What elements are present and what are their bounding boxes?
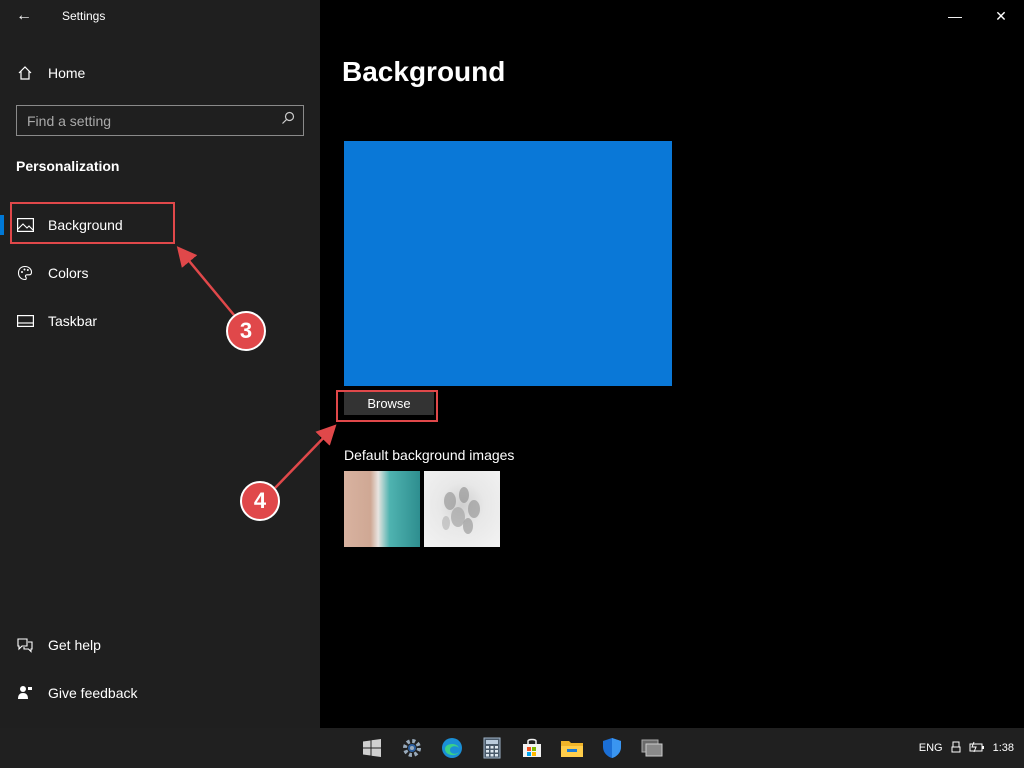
taskbar-apps [352,728,672,768]
taskbar-icon [16,312,34,330]
battery-icon[interactable] [969,741,985,756]
system-tray: ENG 1:38 [919,728,1014,768]
language-indicator[interactable]: ENG [919,742,943,754]
give-feedback-link[interactable]: Give feedback [0,677,320,709]
feedback-icon [16,684,34,702]
get-help-label: Get help [48,637,101,653]
step-badge-3: 3 [226,311,266,351]
back-arrow-icon: ← [16,7,32,24]
beach-aerial-image[interactable] [344,471,420,547]
home-label: Home [48,65,86,81]
search-icon[interactable] [281,111,295,130]
active-indicator [0,215,4,235]
minimize-button[interactable]: — [932,0,978,32]
defender-shield-icon[interactable] [592,728,632,768]
sidebar-item-taskbar[interactable]: Taskbar [0,301,320,341]
highlight-box-background [10,202,175,244]
abstract-white-image[interactable] [424,471,500,547]
app-title: Settings [62,9,106,23]
search-box[interactable] [16,105,304,136]
help-chat-icon [16,636,34,654]
sidebar-item-colors[interactable]: Colors [0,253,320,293]
settings-sidebar: ← Settings Home Personalization Backgrou… [0,0,320,728]
give-feedback-label: Give feedback [48,685,138,701]
calculator-icon[interactable] [472,728,512,768]
store-icon[interactable] [512,728,552,768]
nav-home[interactable]: Home [0,57,320,89]
step-badge-4: 4 [240,481,280,521]
sidebar-item-label: Taskbar [48,313,98,329]
close-button[interactable]: ✕ [978,0,1024,32]
search-input[interactable] [27,112,281,129]
get-help-link[interactable]: Get help [0,629,320,661]
home-icon [16,64,34,82]
usb-icon[interactable] [951,741,961,756]
task-view-icon[interactable] [632,728,672,768]
section-heading: Personalization [16,158,120,174]
background-preview [344,141,672,386]
highlight-box-browse [336,390,438,422]
settings-gear-icon[interactable] [392,728,432,768]
window-controls: — ✕ [932,0,1024,32]
page-title: Background [342,56,506,87]
close-icon: ✕ [995,7,1007,24]
main-content: — ✕ Background Browse Default background… [320,0,1024,728]
file-explorer-icon[interactable] [552,728,592,768]
minimize-icon: — [948,8,962,24]
titlebar-left: ← Settings [0,0,320,32]
clock[interactable]: 1:38 [993,742,1014,754]
taskbar: ENG 1:38 [0,728,1024,768]
edge-icon[interactable] [432,728,472,768]
back-button[interactable]: ← [0,0,48,32]
palette-icon [16,264,34,282]
sidebar-item-label: Colors [48,265,89,281]
start-icon[interactable] [352,728,392,768]
default-images-label: Default background images [344,447,515,463]
